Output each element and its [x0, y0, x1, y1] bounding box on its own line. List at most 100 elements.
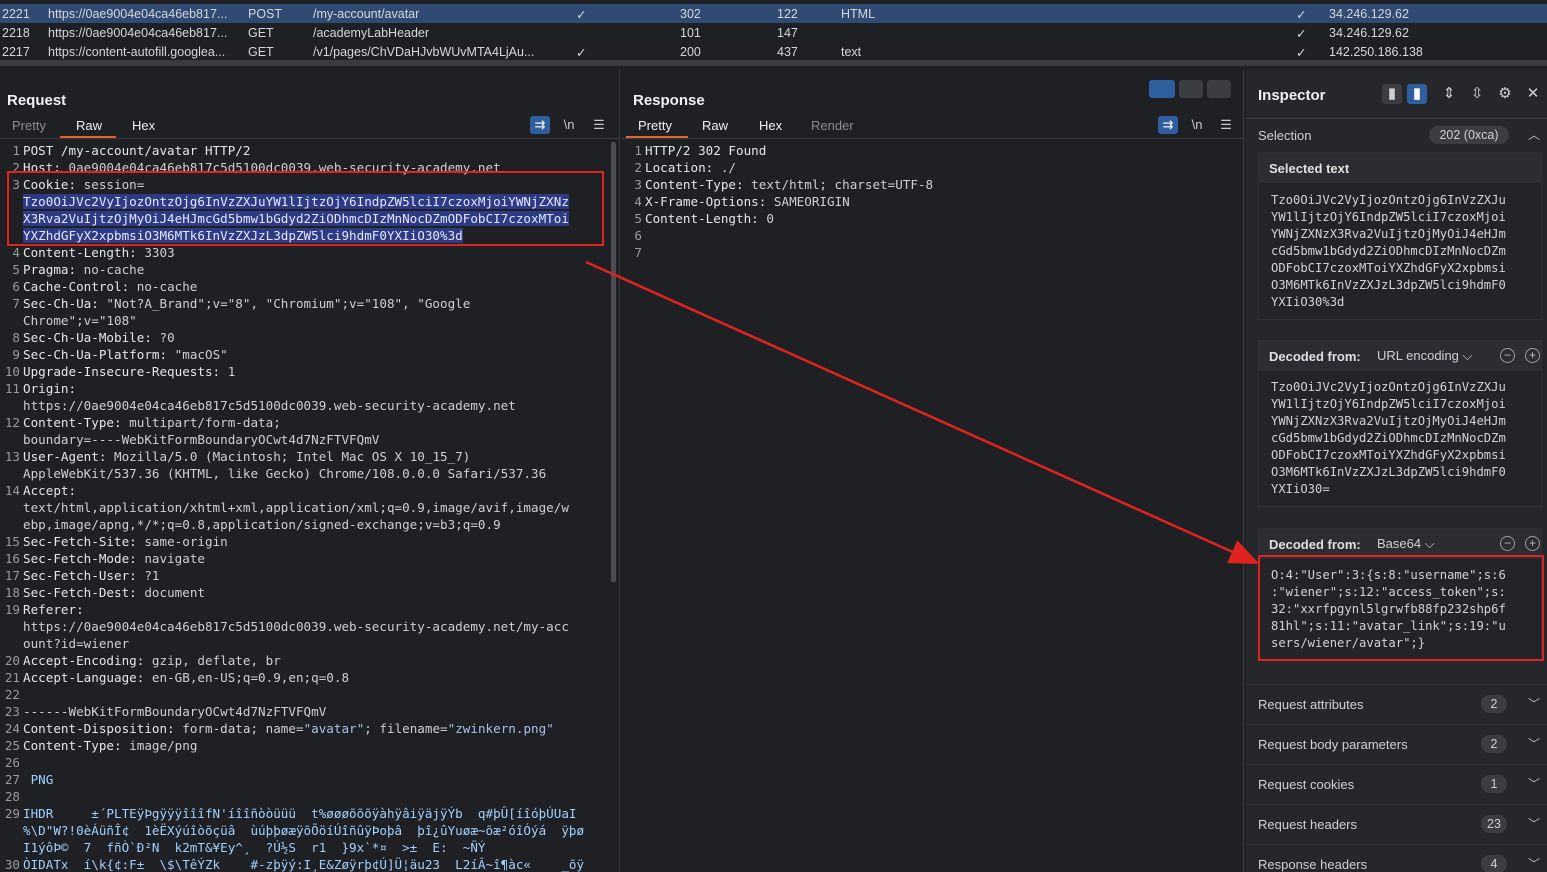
line-number: 11 [4, 381, 20, 396]
decoder-select-url[interactable]: URL encoding ⌵ [1377, 348, 1472, 364]
code-line: %\D"W?!0èÁüñÎ¢ 1èËXýúîòõçüâ ùúþþøæÿõÕöíÚ… [23, 823, 585, 838]
request-tabs: Pretty Raw Hex ⇉ \n ☰ [0, 116, 619, 138]
selected-text-value[interactable]: Tzo0OiJVc2VyIjozOntzOjg6InVzZXJu YW1lIjt… [1271, 192, 1506, 311]
line-number: 30 [4, 857, 20, 872]
code-line: I1ýôÞ© 7 fñÒ`Ð²N k2mT&¥Ey^¸ ?Ú½S r1 }9x`… [23, 840, 486, 855]
collapse-all-icon[interactable]: ⇳ [1467, 84, 1487, 104]
annotation-box-cookie [7, 171, 604, 246]
expand-all-icon[interactable]: ⇕ [1439, 84, 1459, 104]
show-newlines-button[interactable]: \n [559, 116, 579, 134]
history-length: 437 [777, 45, 798, 59]
chevron-down-icon: ﹀ [1528, 737, 1541, 751]
code-line: Content-Length: 0 [645, 211, 774, 226]
section-request-body-parameters[interactable]: Request body parameters 2 ﹀ [1246, 724, 1547, 764]
chevron-down-icon: ﹀ [1528, 697, 1541, 711]
close-icon[interactable]: ✕ [1523, 84, 1543, 104]
decoder-select-base64[interactable]: Base64 ⌵ [1377, 536, 1435, 552]
selected-text-card: Selected text Tzo0OiJVc2VyIjozOntzOjg6In… [1258, 152, 1542, 320]
response-tab-hex[interactable]: Hex [759, 118, 782, 133]
line-number: 24 [4, 721, 20, 736]
hamburger-menu-icon[interactable]: ☰ [589, 116, 609, 134]
code-line: Content-Type: multipart/form-data; [23, 415, 281, 430]
line-number: 9 [12, 347, 20, 362]
layout-tabs-icon[interactable] [1207, 80, 1231, 98]
code-line: Content-Type: text/html; charset=UTF-8 [645, 177, 934, 192]
section-request-cookies[interactable]: Request cookies 1 ﹀ [1246, 764, 1547, 804]
history-scrollbar[interactable] [0, 60, 1547, 65]
remove-decoding-icon[interactable]: − [1500, 348, 1515, 363]
history-url: https://content-autofill.googlea... [48, 45, 226, 59]
section-request-attributes[interactable]: Request attributes 2 ﹀ [1246, 684, 1547, 724]
word-wrap-icon[interactable]: ⇉ [530, 116, 550, 134]
history-url: https://0ae9004e04ca46eb817... [48, 7, 228, 21]
history-edited: ✓ [576, 46, 587, 60]
decoder-select-value: Base64 [1377, 536, 1422, 551]
request-title: Request [7, 92, 67, 109]
line-number: 5 [12, 262, 20, 277]
inspector-layout-right-icon[interactable]: ▮ [1407, 84, 1427, 104]
chevron-down-icon: ⌵ [1424, 536, 1435, 551]
response-tab-render[interactable]: Render [811, 118, 854, 133]
request-scrollbar[interactable] [611, 142, 616, 582]
history-row[interactable]: 2218 https://0ae9004e04ca46eb817... GET … [0, 23, 1547, 42]
history-tls: ✓ [1296, 27, 1307, 41]
response-pane: Response Pretty Raw Hex Render ⇉ \n ☰ 1H… [622, 70, 1244, 872]
line-number: 4 [634, 194, 642, 209]
line-number: 25 [4, 738, 20, 753]
line-number: 17 [4, 568, 20, 583]
line-number: 12 [4, 415, 20, 430]
code-line: Sec-Ch-Ua-Platform: "macOS" [23, 347, 228, 362]
history-ip: 34.246.129.62 [1329, 26, 1409, 40]
line-number: 23 [4, 704, 20, 719]
layout-side-by-side-icon[interactable] [1149, 80, 1175, 98]
request-tab-raw[interactable]: Raw [76, 118, 102, 133]
code-line: https://0ae9004e04ca46eb817c5d5100dc0039… [23, 619, 569, 634]
add-decoding-icon[interactable]: + [1525, 348, 1540, 363]
gear-icon[interactable]: ⚙ [1495, 84, 1515, 104]
decoded-url-value[interactable]: Tzo0OiJVc2VyIjozOntzOjg6InVzZXJu YW1lIjt… [1271, 379, 1506, 498]
layout-stacked-icon[interactable] [1179, 80, 1203, 98]
code-line: Sec-Ch-Ua-Mobile: ?0 [23, 330, 175, 345]
code-line: Sec-Fetch-Site: same-origin [23, 534, 228, 549]
history-length: 147 [777, 26, 798, 40]
request-tab-hex[interactable]: Hex [132, 118, 155, 133]
section-response-headers[interactable]: Response headers 4 ﹀ [1246, 844, 1547, 872]
line-number: 22 [4, 687, 20, 702]
line-number: 3 [634, 177, 642, 192]
section-request-headers[interactable]: Request headers 23 ﹀ [1246, 804, 1547, 844]
chevron-up-icon[interactable]: ︿ [1528, 126, 1540, 143]
show-newlines-button[interactable]: \n [1187, 116, 1207, 134]
code-line: Accept-Language: en-GB,en-US;q=0.9,en;q=… [23, 670, 350, 685]
response-tab-raw[interactable]: Raw [702, 118, 728, 133]
request-tab-pretty[interactable]: Pretty [12, 118, 46, 133]
annotation-box-decoded [1258, 555, 1544, 661]
line-number: 28 [4, 789, 20, 804]
add-decoding-icon[interactable]: + [1525, 536, 1540, 551]
line-number: 13 [4, 449, 20, 464]
chevron-down-icon: ﹀ [1528, 817, 1541, 831]
word-wrap-icon[interactable]: ⇉ [1158, 116, 1178, 134]
code-line: ebp,image/apng,*/*;q=0.8,application/sig… [23, 517, 501, 532]
code-line: Content-Type: image/png [23, 738, 198, 753]
hamburger-menu-icon[interactable]: ☰ [1216, 116, 1236, 134]
code-line: Referer: [23, 602, 92, 617]
history-path: /my-account/avatar [313, 7, 420, 21]
code-line: HTTP/2 302 Found [645, 143, 767, 158]
decoded-from-label: Decoded from: [1269, 537, 1361, 552]
response-tab-pretty[interactable]: Pretty [638, 118, 672, 133]
inspector-layout-left-icon[interactable]: ▮ [1382, 84, 1402, 104]
history-mime: text [841, 45, 862, 59]
inspector-divider [1246, 118, 1547, 119]
line-number: 14 [4, 483, 20, 498]
line-number: 29 [4, 806, 20, 821]
code-line: Content-Disposition: form-data; name="av… [23, 721, 554, 736]
history-row[interactable]: 2217 https://content-autofill.googlea...… [0, 42, 1547, 61]
code-line: IHDR ±´PLTEÿÞgÿÿÿîîîfN'íîîñòòüüü t%øøøõõ… [23, 806, 577, 821]
section-count-badge: 2 [1481, 735, 1507, 753]
history-mime: HTML [841, 7, 876, 21]
section-count-badge: 2 [1481, 695, 1507, 713]
remove-decoding-icon[interactable]: − [1500, 536, 1515, 551]
history-row[interactable]: 2221 https://0ae9004e04ca46eb817... POST… [0, 4, 1547, 23]
code-line: Sec-Ch-Ua: "Not?A_Brand";v="8", "Chromiu… [23, 296, 471, 311]
history-method: GET [248, 26, 274, 40]
